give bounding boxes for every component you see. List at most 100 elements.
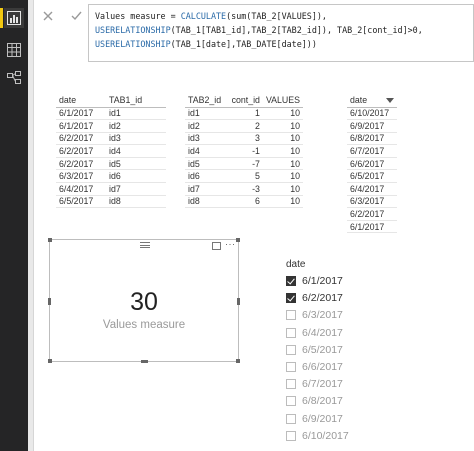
table-cell: 6/9/2017 [347, 119, 397, 133]
resize-handle-left[interactable] [48, 298, 51, 305]
column-header-values[interactable]: VALUES [262, 94, 303, 108]
dax-formula-editor[interactable]: Values measure = CALCULATE(sum(TAB_2[VAL… [88, 4, 474, 62]
column-header-date-sorted[interactable]: date [347, 94, 397, 108]
checkbox-icon[interactable] [286, 379, 296, 390]
visual-header: ··· [50, 239, 238, 252]
table-row[interactable]: 6/1/2017 id1 [56, 107, 166, 121]
checkbox-checked-icon[interactable] [286, 293, 296, 304]
table-row[interactable]: 6/1/2017 [347, 220, 397, 234]
checkbox-icon[interactable] [286, 310, 296, 321]
slicer-item[interactable]: 6/4/2017 [286, 326, 343, 340]
table-row[interactable]: 6/2/2017 id3 [56, 132, 166, 146]
slicer-item[interactable]: 6/2/2017 [286, 291, 343, 305]
table-row[interactable]: 6/4/2017 id7 [56, 182, 166, 196]
more-options-icon[interactable]: ··· [225, 239, 236, 249]
checkbox-icon[interactable] [286, 396, 296, 407]
slicer-item-label: 6/8/2017 [302, 395, 343, 408]
report-view-button[interactable] [0, 8, 24, 28]
checkbox-checked-icon[interactable] [286, 276, 296, 286]
data-view-icon [7, 43, 21, 57]
slicer-item[interactable]: 6/9/2017 [286, 412, 343, 426]
tab1-table-visual[interactable]: date TAB1_id 6/1/2017 id1 6/1/2017 id2 6/2/2… [56, 94, 166, 209]
table-row[interactable]: id5 -7 10 [185, 157, 303, 171]
checkbox-icon[interactable] [286, 430, 296, 441]
table-row[interactable]: id7 -3 10 [185, 182, 303, 196]
table-cell: 10 [262, 144, 303, 158]
table-cell: 6/1/2017 [56, 107, 106, 121]
table-row[interactable]: 6/6/2017 [347, 157, 397, 171]
slicer-item[interactable]: 6/10/2017 [286, 429, 349, 443]
table-row[interactable]: 6/2/2017 [347, 207, 397, 221]
data-view-button[interactable] [4, 40, 24, 60]
table-row[interactable]: 6/10/2017 [347, 107, 397, 121]
table-row[interactable]: 6/7/2017 [347, 144, 397, 158]
table-row[interactable]: 6/9/2017 [347, 119, 397, 133]
cancel-formula-button[interactable] [38, 7, 58, 25]
column-header-date[interactable]: date [56, 94, 106, 108]
table-row[interactable]: id1 1 10 [185, 107, 303, 121]
table-row[interactable]: id3 3 10 [185, 132, 303, 146]
column-header-tab1-id[interactable]: TAB1_id [106, 94, 166, 108]
table-row[interactable]: 6/8/2017 [347, 132, 397, 146]
table-cell: 1 [226, 107, 263, 121]
sort-descending-icon [386, 98, 394, 103]
resize-handle-top-left[interactable] [48, 238, 52, 242]
table-cell: 10 [262, 132, 303, 146]
slicer-item[interactable]: 6/3/2017 [286, 308, 343, 322]
card-label: Values measure [102, 319, 186, 331]
slicer-item[interactable]: 6/8/2017 [286, 394, 343, 408]
table-cell: 10 [262, 157, 303, 171]
table-row[interactable]: id6 5 10 [185, 169, 303, 184]
column-header-cont-id[interactable]: cont_id [226, 94, 263, 108]
table-cell: 6/10/2017 [347, 107, 397, 121]
table-row[interactable]: 6/2/2017 id5 [56, 157, 166, 171]
table-row[interactable]: 6/1/2017 id2 [56, 119, 166, 133]
table-cell: id6 [106, 169, 166, 184]
table-row[interactable]: id2 2 10 [185, 119, 303, 133]
checkbox-icon[interactable] [286, 362, 296, 372]
resize-handle-bottom-left[interactable] [48, 359, 52, 363]
table-cell: id1 [106, 107, 166, 121]
table-cell: 6/5/2017 [347, 169, 397, 184]
table-row[interactable]: 6/5/2017 [347, 169, 397, 184]
tab-date-table-visual[interactable]: date 6/10/2017 6/9/2017 6/8/2017 6/7/2017 6/… [347, 94, 397, 234]
move-grip-icon[interactable] [140, 242, 150, 248]
tab2-table-visual[interactable]: TAB2_id cont_id VALUES id1 1 10 id2 2 10 id3 3 1… [185, 94, 303, 209]
table-row[interactable]: id8 6 10 [185, 195, 303, 209]
checkbox-icon[interactable] [286, 327, 296, 338]
slicer-item[interactable]: 6/7/2017 [286, 377, 343, 391]
resize-handle-bottom-right[interactable] [236, 359, 240, 363]
table-row[interactable]: 6/3/2017 id6 [56, 169, 166, 184]
slicer-item-label: 6/3/2017 [302, 309, 343, 322]
slicer-item[interactable]: 6/5/2017 [286, 343, 343, 357]
table-cell: 10 [262, 107, 303, 121]
report-view-icon [7, 11, 21, 25]
slicer-item-label: 6/6/2017 [302, 361, 343, 373]
table-cell: id3 [106, 132, 166, 146]
table-row[interactable]: 6/5/2017 id8 [56, 195, 166, 209]
pane-collapse-strip[interactable] [28, 0, 34, 451]
view-switcher-rail [0, 0, 28, 451]
values-measure-card[interactable]: ··· 30 Values measure [48, 238, 240, 363]
resize-handle-right[interactable] [237, 298, 240, 305]
focus-mode-icon[interactable] [212, 242, 221, 250]
resize-handle-bottom[interactable] [141, 360, 148, 363]
slicer-item[interactable]: 6/1/2017 [286, 274, 343, 288]
table-row[interactable]: 6/3/2017 [347, 195, 397, 209]
table-row[interactable]: 6/2/2017 id4 [56, 144, 166, 158]
model-view-button[interactable] [4, 68, 24, 88]
checkbox-icon[interactable] [286, 413, 296, 424]
resize-handle-top-right[interactable] [236, 238, 240, 242]
table-row[interactable]: id4 -1 10 [185, 144, 303, 158]
checkbox-icon[interactable] [286, 344, 296, 355]
table-cell: -7 [226, 157, 263, 171]
table-row[interactable]: 6/4/2017 [347, 182, 397, 196]
slicer-item[interactable]: 6/6/2017 [286, 360, 343, 374]
table-cell: id8 [106, 195, 166, 209]
column-header-tab2-id[interactable]: TAB2_id [185, 94, 227, 108]
table-header-row: date TAB1_id [56, 94, 166, 108]
table-cell: 6/2/2017 [347, 207, 397, 221]
model-view-icon [7, 71, 21, 84]
commit-formula-button[interactable] [66, 7, 86, 25]
table-cell: id4 [185, 144, 227, 158]
